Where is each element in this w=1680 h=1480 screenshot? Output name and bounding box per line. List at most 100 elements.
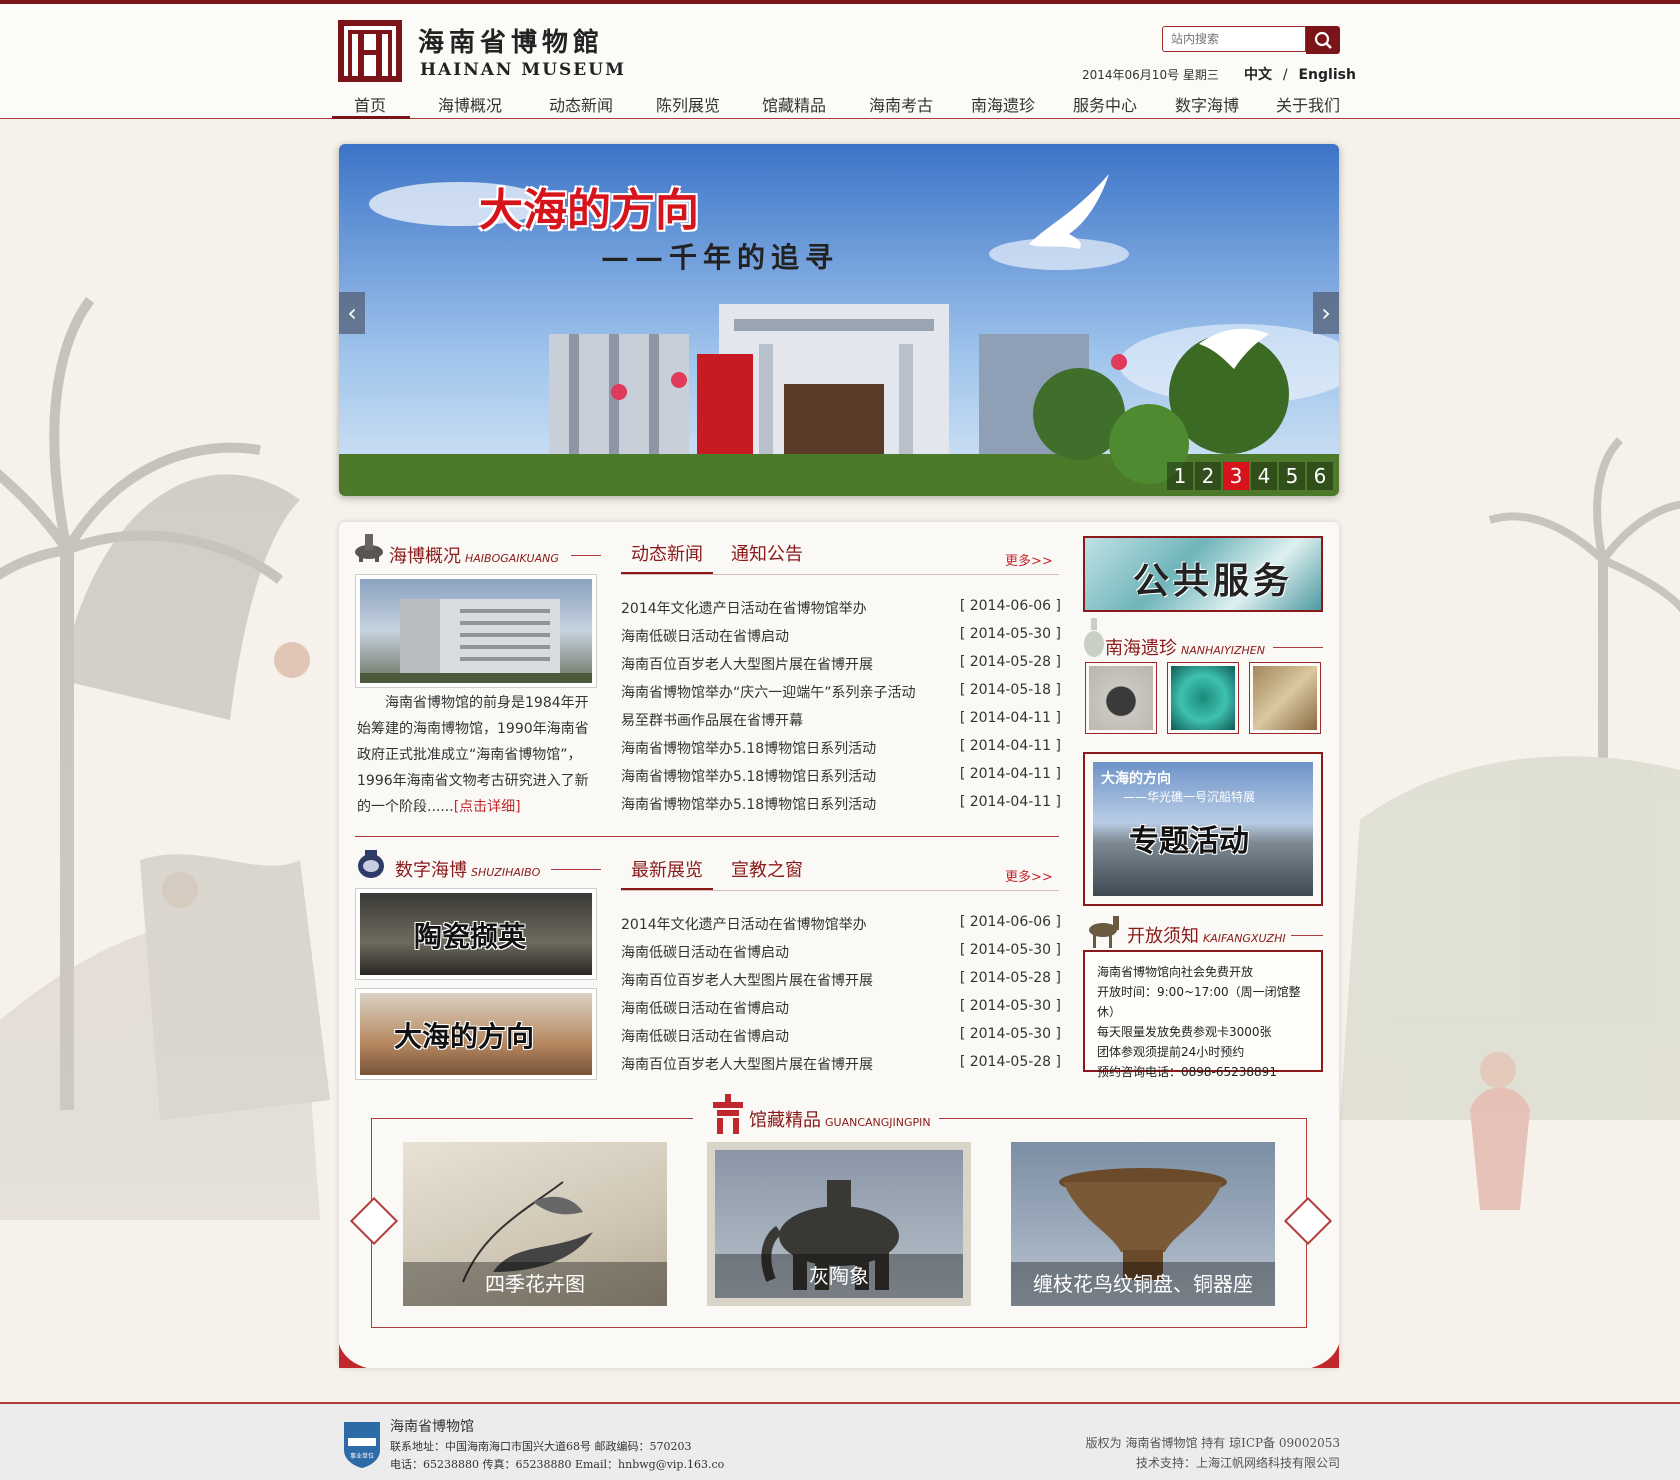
exhibit-item[interactable]: 2014年文化遗产日活动在省博物馆举办 [ 2014-06-06 ] [621,914,1061,942]
banner-prev-button[interactable]: ‹ [339,292,365,334]
nav-about[interactable]: 关于我们 [1276,92,1340,116]
nav-news[interactable]: 动态新闻 [549,92,613,116]
news-item-date: [ 2014-04-11 ] [959,710,1061,726]
news-item-title[interactable]: 易至群书画作品展在省博开幕 [621,710,803,730]
notice-title-line [1291,935,1323,936]
porcelain-jar-icon [358,850,384,878]
digital-title-en: SHUZIHAIBO [471,866,541,879]
news-item-title[interactable]: 海南低碳日活动在省博启动 [621,626,789,646]
exhibit-item-title[interactable]: 海南低碳日活动在省博启动 [621,1026,789,1046]
nav-collection[interactable]: 馆藏精品 [762,92,826,116]
nanhai-title-en: NANHAIYIZHEN [1181,644,1265,657]
news-item[interactable]: 海南省博物馆举办“庆六一迎端午”系列亲子活动 [ 2014-05-18 ] [621,682,1061,710]
exhibit-tabs: 最新展览 宣教之窗 [619,856,1049,890]
tab-notices[interactable]: 通知公告 [731,540,803,566]
exhibit-list: 2014年文化遗产日活动在省博物馆举办 [ 2014-06-06 ] 海南低碳日活… [621,914,1061,1082]
public-service-label: 公共服务 [1133,560,1294,602]
news-item[interactable]: 海南省博物馆举办5.18博物馆日系列活动 [ 2014-04-11 ] [621,738,1061,766]
collection-item-1[interactable]: 四季花卉图 [403,1142,667,1306]
search-button[interactable] [1306,26,1340,54]
logo-chinese-name: 海南省博物館 [418,28,605,58]
nanhai-thumb-3[interactable] [1249,662,1321,734]
news-item[interactable]: 海南百位百岁老人大型图片展在省博开展 [ 2014-05-28 ] [621,654,1061,682]
tab-latest-exhibits[interactable]: 最新展览 [631,856,703,882]
exhibit-item-title[interactable]: 2014年文化遗产日活动在省博物馆举办 [621,914,867,934]
banner-next-button[interactable]: › [1313,292,1339,334]
nav-overview[interactable]: 海博概况 [438,92,502,116]
digital-ocean-banner[interactable]: 大海的方向 [355,988,597,1080]
news-item-title[interactable]: 海南百位百岁老人大型图片展在省博开展 [621,654,873,674]
footer-contact: 电话：65238880 传真：65238880 Email：hnbwg@vip.… [390,1458,725,1471]
banner-dot-2[interactable]: 2 [1195,462,1221,490]
news-item[interactable]: 易至群书画作品展在省博开幕 [ 2014-04-11 ] [621,710,1061,738]
collection-item-2[interactable]: 灰陶象 [707,1142,971,1306]
public-service-banner[interactable]: 公共服务 [1083,536,1323,612]
digital-title-cn: 数字海博 [395,860,467,881]
nanhai-thumb-2[interactable] [1167,662,1239,734]
event-line-1: 大海的方向 [1101,771,1171,787]
exhibit-more-link[interactable]: 更多>> [1005,866,1053,885]
nav-active-indicator [332,116,410,119]
collection-item-3[interactable]: 缠枝花鸟纹铜盘、铜器座 [1011,1142,1275,1306]
news-item-date: [ 2014-06-06 ] [959,598,1061,614]
exhibit-item-title[interactable]: 海南低碳日活动在省博启动 [621,998,789,1018]
nav-digital[interactable]: 数字海博 [1175,92,1239,116]
news-item-title[interactable]: 海南省博物馆举办“庆六一迎端午”系列亲子活动 [621,682,916,702]
exhibit-item[interactable]: 海南低碳日活动在省博启动 [ 2014-05-30 ] [621,1026,1061,1054]
news-item-date: [ 2014-05-18 ] [959,682,1061,698]
collection-item-caption: 缠枝花鸟纹铜盘、铜器座 [1011,1262,1275,1306]
notice-line: 海南省博物馆向社会免费开放 [1097,965,1254,979]
nav-service[interactable]: 服务中心 [1073,92,1137,116]
banner-dot-1[interactable]: 1 [1167,462,1193,490]
exhibit-item[interactable]: 海南百位百岁老人大型图片展在省博开展 [ 2014-05-28 ] [621,1054,1061,1082]
banner-dot-6[interactable]: 6 [1307,462,1333,490]
news-item-title[interactable]: 海南省博物馆举办5.18博物馆日系列活动 [621,794,876,814]
banner-dot-4[interactable]: 4 [1251,462,1277,490]
exhibit-item[interactable]: 海南低碳日活动在省博启动 [ 2014-05-30 ] [621,998,1061,1026]
news-item-date: [ 2014-04-11 ] [959,738,1061,754]
event-line-3: 专题活动 [1129,824,1249,859]
notice-section-title: 开放须知 KAIFANGXUZHI [1127,922,1286,948]
exhibit-item[interactable]: 海南百位百岁老人大型图片展在省博开展 [ 2014-05-28 ] [621,970,1061,998]
tab-news[interactable]: 动态新闻 [631,540,703,566]
haibo-detail-link[interactable]: [点击详细] [454,799,521,815]
news-item-date: [ 2014-05-28 ] [959,654,1061,670]
museum-logo-icon[interactable] [338,20,402,82]
exhibit-item-title[interactable]: 海南百位百岁老人大型图片展在省博开展 [621,970,873,990]
news-item-date: [ 2014-05-30 ] [959,626,1061,642]
museum-building-photo[interactable] [355,574,597,688]
tab-education[interactable]: 宣教之窗 [731,856,803,882]
badge-label: 事业单位 [350,1452,374,1460]
news-item-title[interactable]: 2014年文化遗产日活动在省博物馆举办 [621,598,867,618]
banner-dot-5[interactable]: 5 [1279,462,1305,490]
news-item[interactable]: 海南省博物馆举办5.18博物馆日系列活动 [ 2014-04-11 ] [621,794,1061,822]
banner-dot-3[interactable]: 3 [1223,462,1249,490]
hero-banner[interactable]: 大海的方向 ——千年的追寻 ‹ › 1 2 3 4 5 6 [339,144,1339,496]
site-footer: 事业单位 海南省博物馆 联系地址：中国海南海口市国兴大道68号 邮政编码：570… [0,1402,1680,1480]
news-item-title[interactable]: 海南省博物馆举办5.18博物馆日系列活动 [621,766,876,786]
exhibit-item-title[interactable]: 海南百位百岁老人大型图片展在省博开展 [621,1054,873,1074]
collection-title-en: GUANCANGJINGPIN [825,1116,931,1129]
nav-archaeology[interactable]: 海南考古 [869,92,933,116]
nav-exhibitions[interactable]: 陈列展览 [656,92,720,116]
news-item[interactable]: 2014年文化遗产日活动在省博物馆举办 [ 2014-06-06 ] [621,598,1061,626]
exhibit-item[interactable]: 海南低碳日活动在省博启动 [ 2014-05-30 ] [621,942,1061,970]
nanhai-thumb-1[interactable] [1085,662,1157,734]
lang-english-link[interactable]: English [1298,67,1355,83]
nav-home[interactable]: 首页 [354,92,386,116]
lang-chinese-link[interactable]: 中文 [1244,67,1272,83]
news-item[interactable]: 海南省博物馆举办5.18博物馆日系列活动 [ 2014-04-11 ] [621,766,1061,794]
news-item[interactable]: 海南低碳日活动在省博启动 [ 2014-05-30 ] [621,626,1061,654]
special-event-banner[interactable]: 大海的方向 ——华光礁一号沉船特展 专题活动 [1083,752,1323,906]
digital-ceramics-banner[interactable]: 陶瓷撷英 [355,888,597,980]
news-more-link[interactable]: 更多>> [1005,550,1053,569]
notice-line: 每天限量发放免费参观卡3000张 [1097,1025,1272,1039]
nav-south-sea[interactable]: 南海遗珍 [971,92,1035,116]
exhibit-item-date: [ 2014-05-30 ] [959,1026,1061,1042]
footer-address: 联系地址：中国海南海口市国兴大道68号 邮政编码：570203 [390,1440,692,1453]
news-tabs: 动态新闻 通知公告 [619,540,1049,574]
exhibit-item-title[interactable]: 海南低碳日活动在省博启动 [621,942,789,962]
language-switch: 中文 / English [1244,64,1356,84]
site-search-input[interactable] [1162,26,1306,52]
news-item-title[interactable]: 海南省博物馆举办5.18博物馆日系列活动 [621,738,876,758]
